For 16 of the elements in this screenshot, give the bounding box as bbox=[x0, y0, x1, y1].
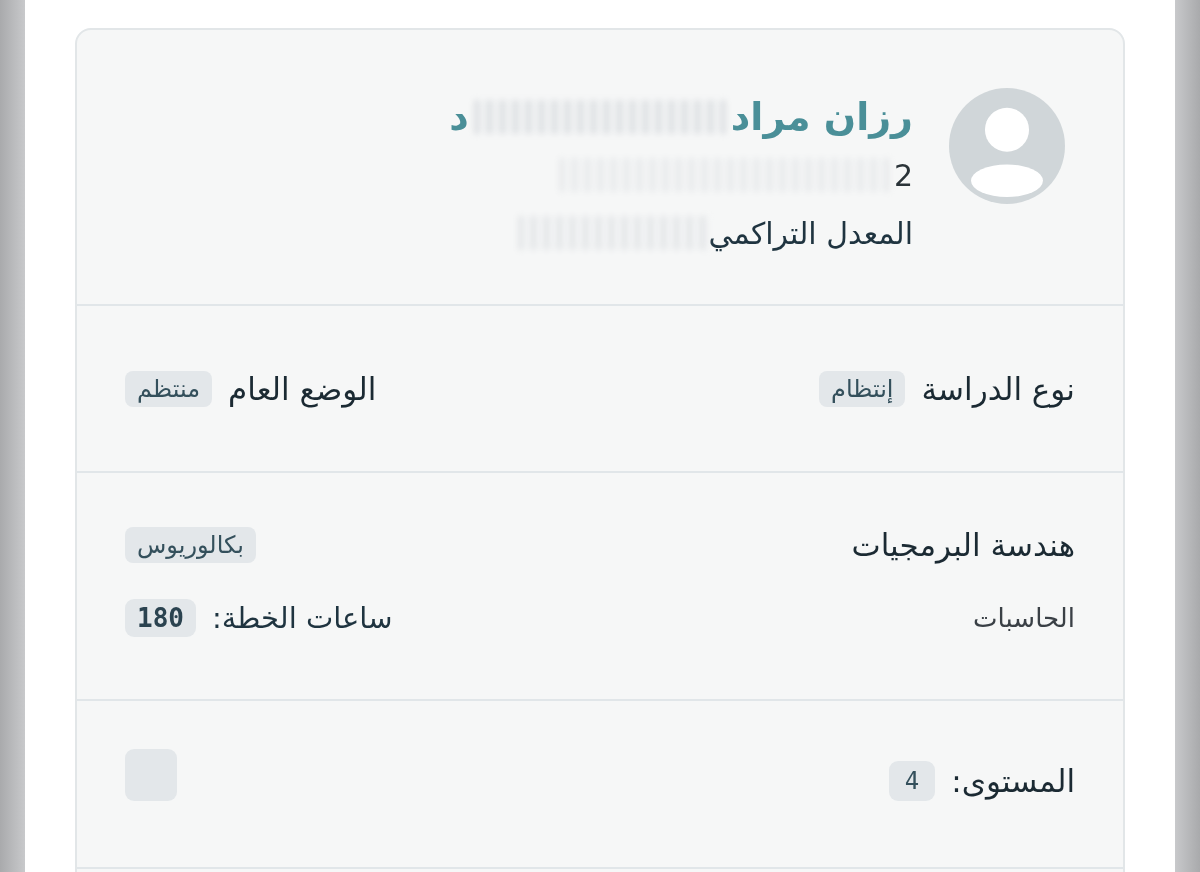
student-name-end: د bbox=[449, 95, 469, 139]
plan-hours-label: ساعات الخطة: bbox=[211, 601, 393, 635]
avatar-icon bbox=[949, 88, 1065, 204]
college-name: الحاسبات bbox=[972, 603, 1075, 633]
value-tag: إنتظام bbox=[819, 370, 906, 407]
value-tag: منتظم bbox=[125, 370, 212, 407]
student-id-digit: 2 bbox=[893, 157, 913, 193]
level-label: المستوى: bbox=[951, 763, 1075, 799]
field-label: الوضع العام bbox=[228, 370, 377, 407]
plan-hours-value: 180 bbox=[125, 599, 196, 637]
major-name: هندسة البرمجيات bbox=[851, 527, 1075, 563]
level-value: 4 bbox=[888, 761, 936, 801]
student-name: رزان مراد bbox=[730, 95, 913, 139]
field-label: نوع الدراسة bbox=[921, 370, 1075, 407]
degree-tag: بكالوريوس bbox=[125, 527, 256, 563]
gpa-label: المعدل التراكمي bbox=[708, 215, 913, 251]
